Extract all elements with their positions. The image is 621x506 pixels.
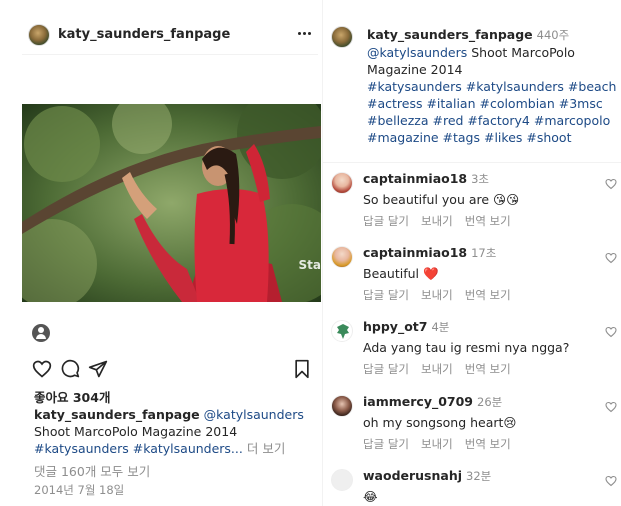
comment-time: 4분: [431, 320, 450, 334]
reply-button[interactable]: 답글 달기: [363, 362, 409, 376]
caption-text: Shoot MarcoPolo Magazine 2014: [34, 424, 238, 439]
post-header: katy_saunders_fanpage: [28, 22, 318, 48]
caption-divider: [323, 162, 621, 163]
comment-item: captainmiao18 17초 Beautiful ❤️ 답글 달기 보내기 번…: [331, 244, 617, 314]
comment-avatar[interactable]: [331, 246, 353, 268]
caption-tags[interactable]: #katysaunders #katylsaunders...: [34, 441, 243, 456]
like-comment-icon[interactable]: [605, 401, 617, 413]
reply-button[interactable]: 답글 달기: [363, 288, 409, 302]
full-caption-username[interactable]: katy_saunders_fanpage: [367, 27, 533, 42]
caption-username[interactable]: katy_saunders_fanpage: [34, 407, 200, 422]
more-icon[interactable]: [297, 26, 313, 40]
comment-text: 😂: [363, 489, 378, 504]
heart-icon[interactable]: [32, 359, 52, 379]
full-caption-time: 440주: [536, 28, 570, 42]
like-comment-icon[interactable]: [605, 326, 617, 338]
comments-panel: katy_saunders_fanpage 440주 @katylsaunder…: [323, 0, 621, 506]
comment-username[interactable]: captainmiao18: [363, 245, 467, 260]
comment-item: waoderusnahj 32분 😂: [331, 467, 617, 506]
view-all-comments-link[interactable]: 댓글 160개 모두 보기: [34, 461, 150, 480]
profile-avatar[interactable]: [28, 24, 50, 46]
comment-username[interactable]: captainmiao18: [363, 171, 467, 186]
like-comment-icon[interactable]: [605, 178, 617, 190]
caption-mention[interactable]: @katylsaunders: [204, 407, 304, 422]
more-link[interactable]: 더 보기: [247, 441, 285, 456]
send-button[interactable]: 보내기: [421, 437, 453, 451]
send-button[interactable]: 보내기: [421, 214, 453, 228]
comment-text: oh my songsong heart😢: [363, 415, 517, 430]
comment-icon[interactable]: [60, 359, 80, 379]
comment-time: 17초: [471, 246, 497, 260]
send-button[interactable]: 보내기: [421, 362, 453, 376]
post-actions: [32, 359, 310, 381]
reply-button[interactable]: 답글 달기: [363, 437, 409, 451]
comment-text: Beautiful ❤️: [363, 266, 439, 281]
translate-button[interactable]: 번역 보기: [465, 288, 511, 302]
comment-username[interactable]: hppy_ot7: [363, 319, 427, 334]
caption-avatar[interactable]: [331, 26, 353, 48]
bookmark-icon[interactable]: [292, 359, 312, 379]
header-divider: [22, 54, 318, 55]
full-caption-mention[interactable]: @katylsaunders: [367, 45, 467, 60]
comment-username[interactable]: iammercy_0709: [363, 394, 473, 409]
post-caption: katy_saunders_fanpage @katylsaunders Sho…: [34, 406, 304, 457]
send-button[interactable]: 보내기: [421, 288, 453, 302]
like-comment-icon[interactable]: [605, 475, 617, 487]
comment-avatar[interactable]: [331, 469, 353, 491]
comment-text: Ada yang tau ig resmi nya ngga?: [363, 340, 570, 355]
share-icon[interactable]: [88, 359, 108, 379]
translate-button[interactable]: 번역 보기: [465, 437, 511, 451]
comment-username[interactable]: waoderusnahj: [363, 468, 462, 483]
like-comment-icon[interactable]: [605, 252, 617, 264]
comment-avatar[interactable]: [331, 320, 353, 342]
photo-watermark: Sta: [298, 258, 321, 272]
reply-button[interactable]: 답글 달기: [363, 214, 409, 228]
comment-time: 32분: [466, 469, 492, 483]
comment-time: 26분: [477, 395, 503, 409]
photo-illustration: [22, 104, 321, 302]
comment-avatar[interactable]: [331, 395, 353, 417]
comment-text: So beautiful you are 😘😘: [363, 192, 520, 207]
translate-button[interactable]: 번역 보기: [465, 214, 511, 228]
translate-button[interactable]: 번역 보기: [465, 362, 511, 376]
full-caption-tags[interactable]: #katysaunders #katylsaunders #beach #act…: [367, 79, 616, 145]
comment-item: hppy_ot7 4분 Ada yang tau ig resmi nya ng…: [331, 318, 617, 388]
user-tag-icon[interactable]: [32, 324, 50, 342]
comment-item: iammercy_0709 26분 oh my songsong heart😢 …: [331, 393, 617, 463]
post-panel: katy_saunders_fanpage Sta 좋아요 304개 katy_…: [0, 0, 323, 506]
comment-time: 3초: [471, 172, 490, 186]
likes-count[interactable]: 좋아요 304개: [34, 387, 110, 406]
post-username[interactable]: katy_saunders_fanpage: [58, 27, 230, 42]
comment-avatar[interactable]: [331, 172, 353, 194]
post-photo[interactable]: Sta: [22, 104, 321, 302]
comment-item: captainmiao18 3초 So beautiful you are 😘😘…: [331, 170, 617, 240]
post-date: 2014년 7월 18일: [34, 483, 125, 497]
